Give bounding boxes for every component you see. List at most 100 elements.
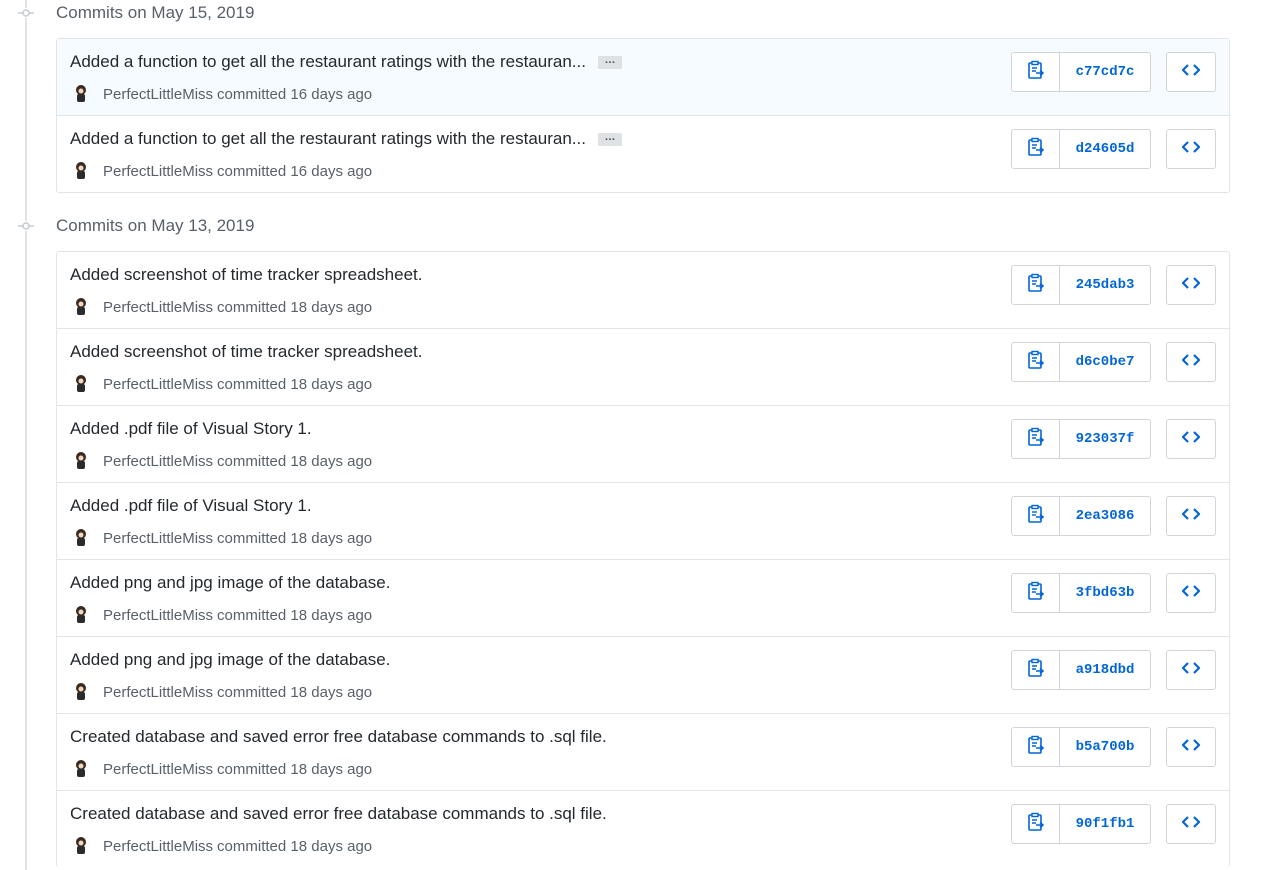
commit-action-text: committed bbox=[217, 606, 287, 624]
commit-action-text: committed bbox=[217, 529, 287, 547]
copy-sha-button[interactable] bbox=[1012, 497, 1060, 535]
commit-author-link[interactable]: PerfectLittleMiss bbox=[103, 86, 213, 103]
clipboard-icon bbox=[1027, 350, 1045, 375]
browse-repo-button[interactable] bbox=[1166, 52, 1216, 92]
avatar[interactable] bbox=[71, 297, 91, 317]
commit-author-link[interactable]: PerfectLittleMiss bbox=[103, 607, 213, 624]
commit-row: Added screenshot of time tracker spreads… bbox=[57, 328, 1229, 405]
copy-sha-button[interactable] bbox=[1012, 343, 1060, 381]
code-icon bbox=[1181, 584, 1201, 603]
copy-sha-button[interactable] bbox=[1012, 130, 1060, 168]
avatar[interactable] bbox=[71, 451, 91, 471]
browse-repo-button[interactable] bbox=[1166, 419, 1216, 459]
sha-button-group: b5a700b bbox=[1011, 727, 1151, 767]
sha-button-group: 90f1fb1 bbox=[1011, 804, 1151, 844]
copy-sha-button[interactable] bbox=[1012, 574, 1060, 612]
commit-message-link[interactable]: Added .pdf file of Visual Story 1. bbox=[70, 496, 312, 516]
browse-repo-button[interactable] bbox=[1166, 573, 1216, 613]
copy-sha-button[interactable] bbox=[1012, 805, 1060, 843]
commit-row: Added a function to get all the restaura… bbox=[57, 115, 1229, 192]
commit-history: Commits on May 15, 2019 Added a function… bbox=[0, 0, 1265, 870]
commit-action-text: committed bbox=[217, 760, 287, 778]
commit-sha-link[interactable]: 245dab3 bbox=[1060, 266, 1150, 304]
commit-message-link[interactable]: Created database and saved error free da… bbox=[70, 804, 607, 824]
commit-list: Added screenshot of time tracker spreads… bbox=[56, 251, 1230, 867]
commit-author-link[interactable]: PerfectLittleMiss bbox=[103, 684, 213, 701]
commit-sha-link[interactable]: d6c0be7 bbox=[1060, 343, 1150, 381]
copy-sha-button[interactable] bbox=[1012, 420, 1060, 458]
commit-message-link[interactable]: Added screenshot of time tracker spreads… bbox=[70, 265, 422, 285]
browse-repo-button[interactable] bbox=[1166, 342, 1216, 382]
commit-row: Added .pdf file of Visual Story 1. Perfe… bbox=[57, 482, 1229, 559]
clipboard-icon bbox=[1027, 137, 1045, 162]
sha-button-group: 245dab3 bbox=[1011, 265, 1151, 305]
commit-time: 18 days ago bbox=[290, 760, 373, 778]
avatar[interactable] bbox=[71, 161, 91, 181]
commit-sha-link[interactable]: a918dbd bbox=[1060, 651, 1150, 689]
code-icon bbox=[1181, 63, 1201, 82]
clipboard-icon bbox=[1027, 581, 1045, 606]
copy-sha-button[interactable] bbox=[1012, 651, 1060, 689]
avatar[interactable] bbox=[71, 682, 91, 702]
avatar[interactable] bbox=[71, 605, 91, 625]
expand-message-button[interactable]: … bbox=[597, 54, 622, 69]
avatar[interactable] bbox=[71, 84, 91, 104]
commit-message-link[interactable]: Added a function to get all the restaura… bbox=[70, 52, 586, 72]
git-commit-icon bbox=[18, 221, 34, 231]
commit-author-link[interactable]: PerfectLittleMiss bbox=[103, 530, 213, 547]
commit-action-text: committed bbox=[217, 162, 287, 180]
commit-row: Added screenshot of time tracker spreads… bbox=[57, 252, 1229, 328]
commit-action-text: committed bbox=[217, 837, 287, 855]
commit-author-link[interactable]: PerfectLittleMiss bbox=[103, 838, 213, 855]
commit-row: Created database and saved error free da… bbox=[57, 790, 1229, 867]
commit-sha-link[interactable]: b5a700b bbox=[1060, 728, 1150, 766]
commit-message-link[interactable]: Added .pdf file of Visual Story 1. bbox=[70, 419, 312, 439]
commit-sha-link[interactable]: 923037f bbox=[1060, 420, 1150, 458]
commit-message-link[interactable]: Added png and jpg image of the database. bbox=[70, 573, 390, 593]
copy-sha-button[interactable] bbox=[1012, 53, 1060, 91]
commit-sha-link[interactable]: 90f1fb1 bbox=[1060, 805, 1150, 843]
clipboard-icon bbox=[1027, 812, 1045, 837]
avatar[interactable] bbox=[71, 759, 91, 779]
commit-group-header: Commits on May 13, 2019 bbox=[0, 213, 1265, 239]
sha-button-group: c77cd7c bbox=[1011, 52, 1151, 92]
commit-sha-link[interactable]: d24605d bbox=[1060, 130, 1150, 168]
sha-button-group: 3fbd63b bbox=[1011, 573, 1151, 613]
commit-author-link[interactable]: PerfectLittleMiss bbox=[103, 376, 213, 393]
avatar[interactable] bbox=[71, 528, 91, 548]
clipboard-icon bbox=[1027, 658, 1045, 683]
browse-repo-button[interactable] bbox=[1166, 727, 1216, 767]
browse-repo-button[interactable] bbox=[1166, 129, 1216, 169]
avatar[interactable] bbox=[71, 374, 91, 394]
commit-sha-link[interactable]: c77cd7c bbox=[1060, 53, 1150, 91]
commit-author-link[interactable]: PerfectLittleMiss bbox=[103, 163, 213, 180]
commit-sha-link[interactable]: 2ea3086 bbox=[1060, 497, 1150, 535]
avatar[interactable] bbox=[71, 836, 91, 856]
commit-time: 18 days ago bbox=[290, 452, 373, 470]
commit-message-link[interactable]: Added a function to get all the restaura… bbox=[70, 129, 586, 149]
commit-action-text: committed bbox=[217, 452, 287, 470]
clipboard-icon bbox=[1027, 504, 1045, 529]
copy-sha-button[interactable] bbox=[1012, 728, 1060, 766]
commit-author-link[interactable]: PerfectLittleMiss bbox=[103, 299, 213, 316]
commit-message-link[interactable]: Created database and saved error free da… bbox=[70, 727, 607, 747]
code-icon bbox=[1181, 738, 1201, 757]
browse-repo-button[interactable] bbox=[1166, 496, 1216, 536]
browse-repo-button[interactable] bbox=[1166, 265, 1216, 305]
commit-action-text: committed bbox=[217, 683, 287, 701]
commit-time: 18 days ago bbox=[290, 683, 373, 701]
browse-repo-button[interactable] bbox=[1166, 804, 1216, 844]
commit-group-date: Commits on May 13, 2019 bbox=[56, 216, 255, 235]
commit-time: 18 days ago bbox=[290, 606, 373, 624]
copy-sha-button[interactable] bbox=[1012, 266, 1060, 304]
commit-group: Commits on May 13, 2019 Added screenshot… bbox=[0, 213, 1265, 867]
code-icon bbox=[1181, 430, 1201, 449]
expand-message-button[interactable]: … bbox=[597, 131, 622, 146]
commit-message-link[interactable]: Added png and jpg image of the database. bbox=[70, 650, 390, 670]
commit-message-link[interactable]: Added screenshot of time tracker spreads… bbox=[70, 342, 422, 362]
commit-author-link[interactable]: PerfectLittleMiss bbox=[103, 761, 213, 778]
commit-time: 16 days ago bbox=[290, 85, 373, 103]
commit-author-link[interactable]: PerfectLittleMiss bbox=[103, 453, 213, 470]
commit-sha-link[interactable]: 3fbd63b bbox=[1060, 574, 1150, 612]
browse-repo-button[interactable] bbox=[1166, 650, 1216, 690]
